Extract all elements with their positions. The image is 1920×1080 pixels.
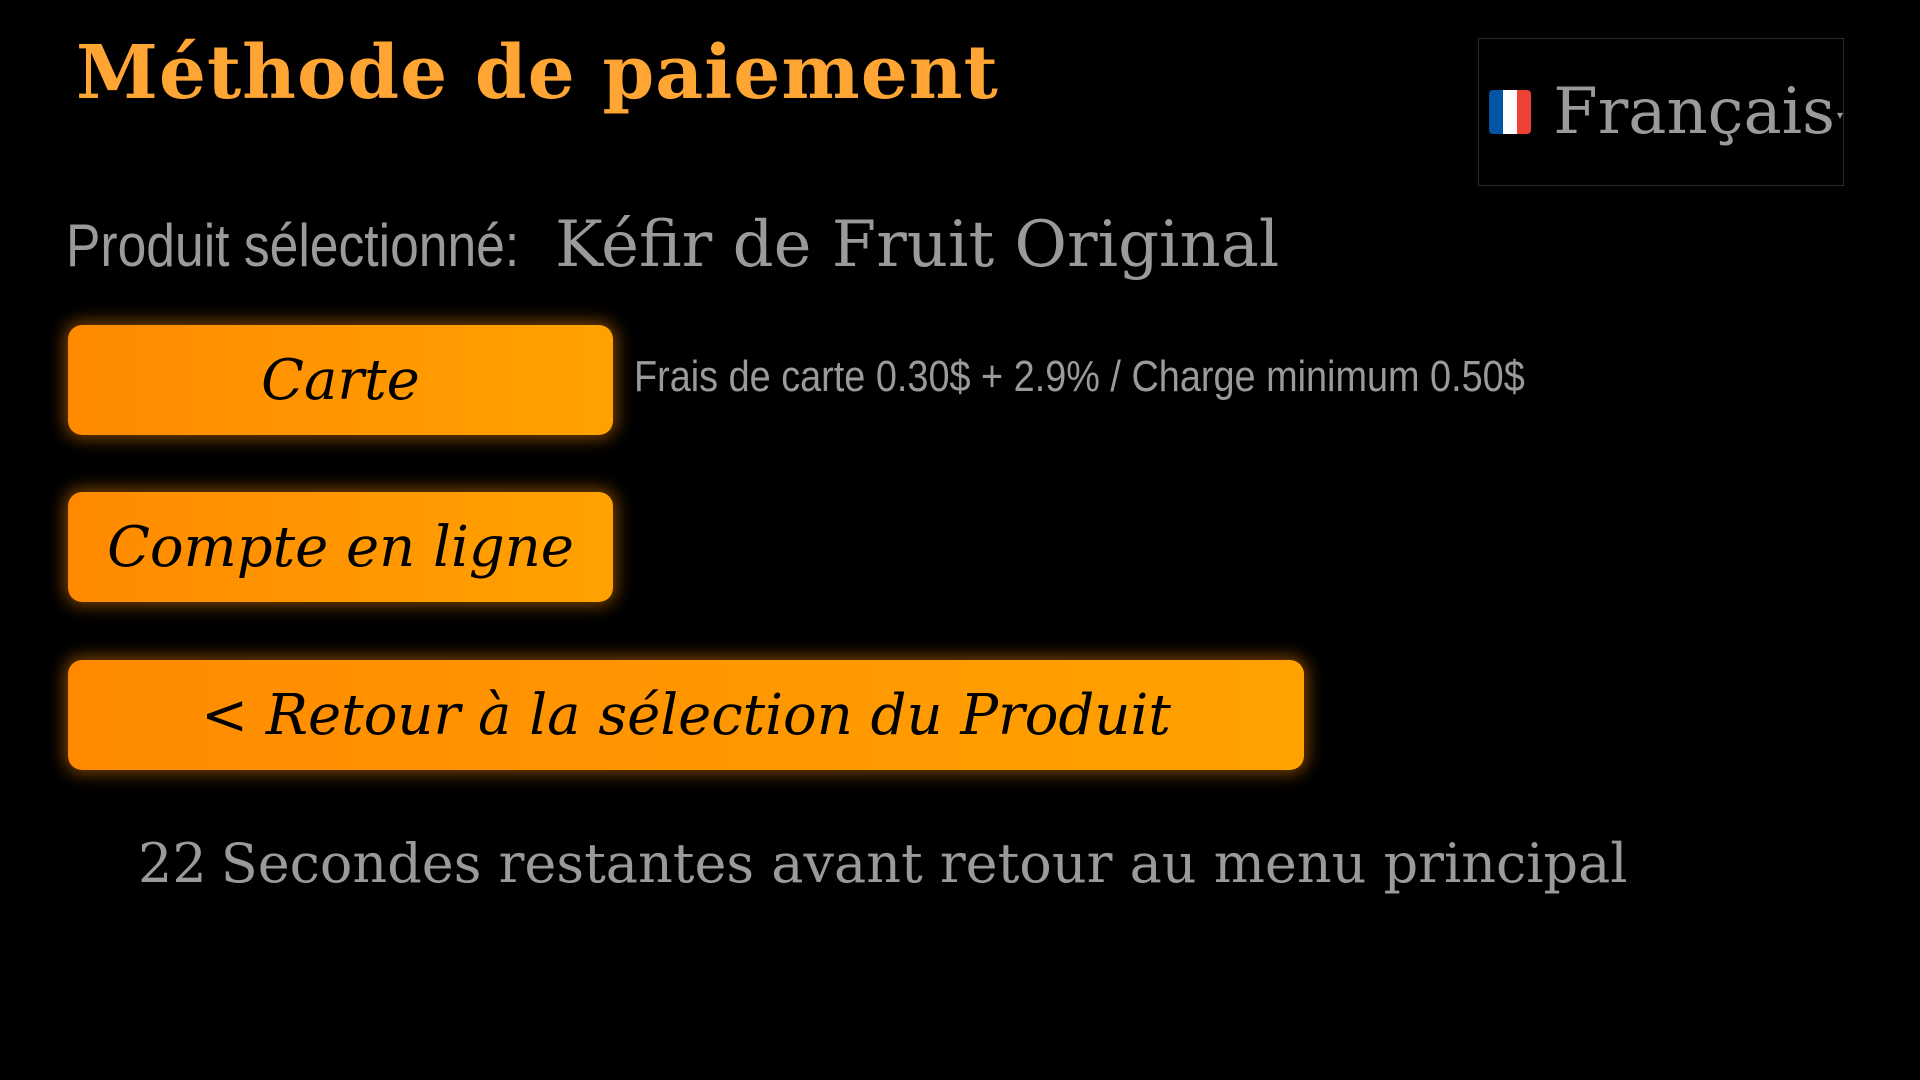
flag-stripe-red	[1517, 90, 1532, 134]
selected-product-label: Produit sélectionné:	[66, 212, 520, 279]
countdown-message: 22 Secondes restantes avant retour au men…	[138, 832, 1628, 895]
french-flag-icon	[1489, 90, 1532, 134]
flag-stripe-blue	[1489, 90, 1504, 134]
language-select[interactable]: Français ▾	[1478, 38, 1844, 186]
page-title: Méthode de paiement	[76, 30, 999, 116]
flag-stripe-white	[1503, 90, 1518, 134]
language-selected-value: Français	[1553, 75, 1835, 149]
card-payment-button[interactable]: Carte	[68, 325, 613, 435]
chevron-down-icon: ▾	[1836, 108, 1843, 122]
countdown-text: Secondes restantes avant retour au menu …	[220, 832, 1628, 895]
selected-product-name: Kéfir de Fruit Original	[555, 208, 1280, 282]
card-fee-note: Frais de carte 0.30$ + 2.9% / Charge min…	[634, 352, 1525, 401]
countdown-seconds: 22	[138, 832, 207, 895]
selected-product: Produit sélectionné: Kéfir de Fruit Orig…	[66, 208, 1279, 282]
back-to-product-button[interactable]: < Retour à la sélection du Produit	[68, 660, 1304, 770]
online-account-button[interactable]: Compte en ligne	[68, 492, 613, 602]
